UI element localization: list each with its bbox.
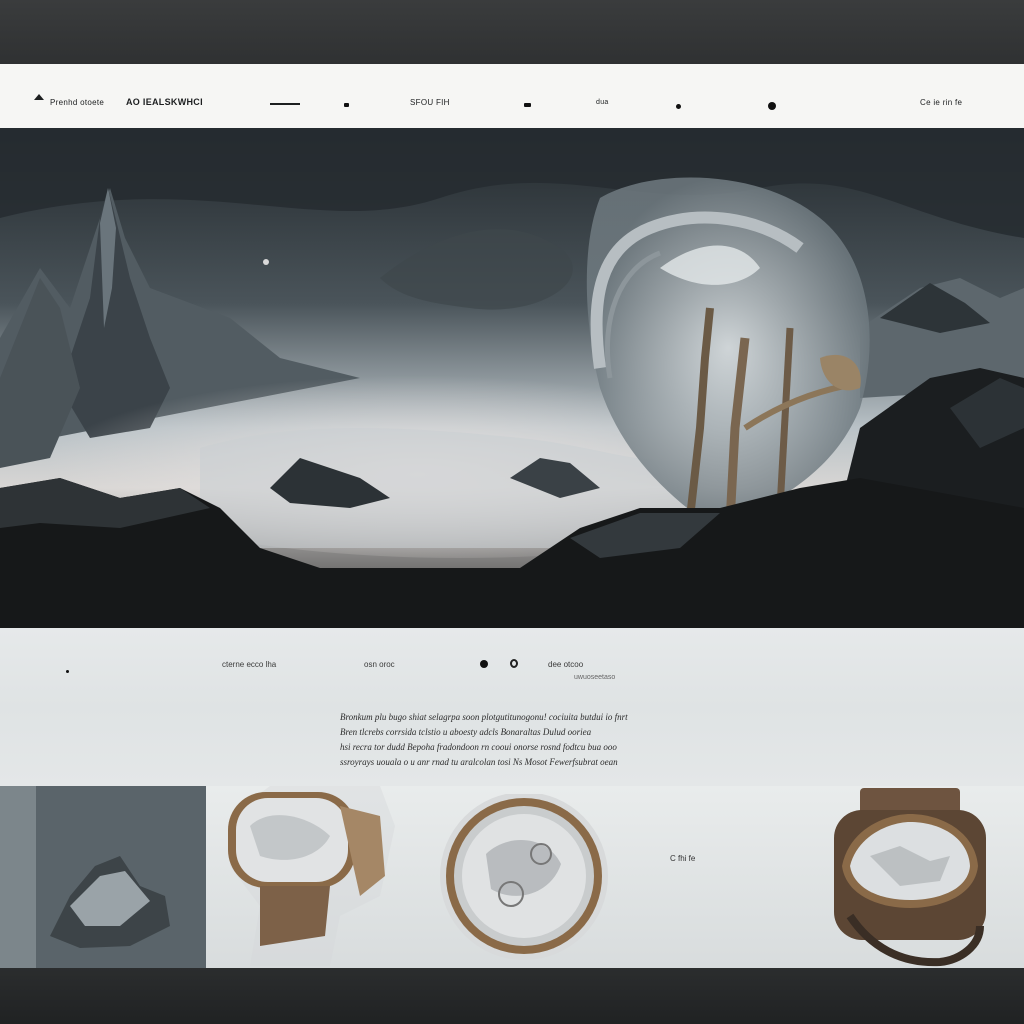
brand-name[interactable]: Prenhd otoete	[50, 98, 104, 107]
info-label-right[interactable]: dee otcoo	[548, 660, 583, 669]
bottom-frame	[0, 968, 1024, 1024]
nav-link-small[interactable]: dua	[596, 99, 609, 106]
product-watch-square[interactable]	[220, 786, 400, 968]
info-label-left[interactable]: cterne ecco lha	[222, 660, 276, 669]
product-watch-cushion[interactable]	[830, 786, 990, 968]
hero-landscape-image	[0, 128, 1024, 628]
info-label-mid[interactable]: osn oroc	[364, 660, 395, 669]
nav-link-right[interactable]: Ce ie rin fe	[920, 98, 962, 107]
bullet-icon	[66, 670, 69, 673]
nav-toggle-icon[interactable]	[524, 103, 531, 107]
top-frame	[0, 0, 1024, 64]
info-section: cterne ecco lha osn oroc dee otcoo uwuos…	[0, 628, 1024, 786]
description-paragraph: Bronkum plu bugo shiat selagrpa soon plo…	[340, 710, 780, 770]
paragraph-line: Bronkum plu bugo shiat selagrpa soon plo…	[340, 712, 628, 722]
info-sub-right: uwuoseetaso	[574, 674, 616, 681]
nav-menu-icon[interactable]	[344, 103, 349, 107]
paragraph-line: hsi recra tor dudd Bepoha fradondoon rn …	[340, 742, 617, 752]
product-gallery: C fhi fe	[0, 786, 1024, 968]
slider-dot[interactable]	[510, 659, 518, 668]
product-thumbnail-rock[interactable]	[0, 786, 206, 968]
logo-icon	[34, 94, 44, 100]
product-watch-round[interactable]	[436, 794, 612, 970]
nav-dot-icon[interactable]	[676, 104, 681, 109]
brand-subtitle[interactable]: AO IEALSKWHCI	[126, 97, 203, 107]
top-navigation-bar: Prenhd otoete AO IEALSKWHCI SFOU FIH dua…	[0, 64, 1024, 129]
product-caption: C fhi fe	[670, 854, 696, 863]
nav-link-center[interactable]: SFOU FIH	[410, 98, 450, 107]
slider-dot-active[interactable]	[480, 660, 488, 668]
user-avatar-icon[interactable]	[768, 102, 776, 110]
paragraph-line: ssroyrays uouala o u anr rnad tu aralcol…	[340, 757, 618, 767]
nav-divider	[270, 103, 300, 105]
paragraph-line: Bren tlcrebs corrsida tclstio u aboesty …	[340, 727, 592, 737]
